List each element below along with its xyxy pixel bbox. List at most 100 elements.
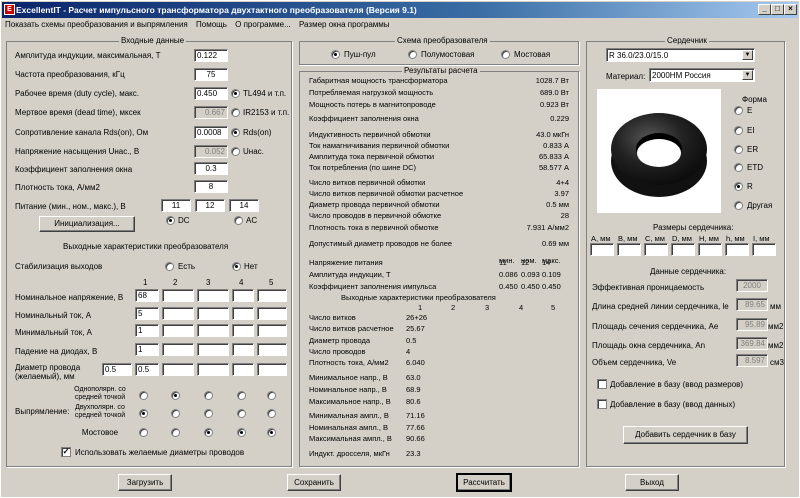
perm-input[interactable]: 2000 [736,279,768,292]
diode-drop-2[interactable] [162,343,194,356]
form-other-radio[interactable] [734,201,743,210]
nom-voltage-5[interactable] [257,289,287,302]
wire-2[interactable]: 0.5 [135,363,159,376]
rect-uni-4[interactable] [237,391,246,400]
core-select[interactable]: R 36.0/23.0/15.0 ▼ [606,48,755,62]
rect-uni-1[interactable] [139,391,148,400]
tl494-radio[interactable] [231,89,240,98]
scheme-halfbridge-radio[interactable] [408,50,417,59]
supply-nom-input[interactable]: 12 [195,199,225,212]
init-button[interactable]: Инициализация... [39,216,135,232]
rds-input[interactable]: 0.0008 [194,126,228,139]
form-r-radio[interactable] [734,182,743,191]
nom-voltage-4[interactable] [232,289,254,302]
maximize-button[interactable]: □ [771,4,784,15]
stab-yes-radio[interactable] [165,262,174,271]
form-ei-radio[interactable] [734,126,743,135]
chevron-down-icon[interactable]: ▼ [742,50,753,60]
min-current-4[interactable] [232,324,254,337]
nom-current-3[interactable] [197,307,229,320]
min-current-3[interactable] [197,324,229,337]
rect-bi-5[interactable] [267,409,276,418]
add-dims-checkbox[interactable] [597,379,607,389]
menu-about[interactable]: О программе... [235,20,291,29]
wire-4[interactable] [197,363,229,376]
form-etd-radio[interactable] [734,163,743,172]
wire-6[interactable] [257,363,287,376]
exit-button[interactable]: Выход [625,474,679,491]
dim-input[interactable] [644,243,668,256]
current-input[interactable]: 8 [194,180,228,193]
usat-radio[interactable] [231,147,240,156]
chevron-down-icon[interactable]: ▼ [742,70,753,80]
save-button[interactable]: Сохранить [287,474,341,491]
fill-input[interactable]: 0.3 [194,162,228,175]
form-er-radio[interactable] [734,145,743,154]
rds-radio[interactable] [231,128,240,137]
form-e-radio[interactable] [734,106,743,115]
ae-input[interactable]: 95.89 [736,318,768,331]
scheme-pushpull-radio[interactable] [331,50,340,59]
rect-bridge-1[interactable] [139,428,148,437]
diode-drop-4[interactable] [232,343,254,356]
dc-radio[interactable] [166,216,175,225]
dim-input[interactable] [752,243,776,256]
rect-bridge-4[interactable] [237,428,246,437]
ac-radio[interactable] [234,216,243,225]
menu-schemes[interactable]: Показать схемы преобразования и выпрямле… [5,20,188,29]
usat-input[interactable]: 0.052 [194,145,228,158]
add-core-button[interactable]: Добавить сердечник в базу [623,426,748,444]
use-wire-checkbox[interactable]: ✓ [61,447,71,457]
stab-no-radio[interactable] [232,262,241,271]
diode-drop-1[interactable]: 1 [135,343,159,356]
rect-bi-2[interactable] [171,409,180,418]
dim-input[interactable] [617,243,641,256]
scheme-bridge-radio[interactable] [501,50,510,59]
calculate-button[interactable]: Рассчитать [456,473,512,492]
rect-bridge-2[interactable] [171,428,180,437]
min-current-5[interactable] [257,324,287,337]
nom-voltage-2[interactable] [162,289,194,302]
freq-input[interactable]: 75 [194,68,228,81]
wire-3[interactable] [162,363,194,376]
load-button[interactable]: Загрузить [118,474,172,491]
nom-voltage-3[interactable] [197,289,229,302]
dim-input[interactable] [725,243,749,256]
rect-bi-4[interactable] [237,409,246,418]
material-select[interactable]: 2000НМ Россия ▼ [649,68,755,82]
add-data-checkbox[interactable] [597,399,607,409]
an-input[interactable]: 369.84 [736,337,768,350]
duty-input[interactable]: 0.450 [194,87,228,100]
nom-current-4[interactable] [232,307,254,320]
ir2153-radio[interactable] [231,108,240,117]
rect-bridge-5[interactable] [267,428,276,437]
diode-drop-3[interactable] [197,343,229,356]
dead-input[interactable]: 0.667 [194,106,228,119]
supply-max-input[interactable]: 14 [229,199,259,212]
nom-current-1[interactable]: 5 [135,307,159,320]
nom-current-2[interactable] [162,307,194,320]
rect-bridge-3[interactable] [204,428,213,437]
nom-voltage-1[interactable]: 68 [135,289,159,302]
le-input[interactable]: 89.65 [736,298,768,311]
close-button[interactable]: × [784,4,797,15]
induction-input[interactable]: 0.122 [194,49,228,62]
minimize-button[interactable]: _ [758,4,771,15]
dim-input[interactable] [698,243,722,256]
rect-bi-1[interactable] [139,409,148,418]
supply-min-input[interactable]: 11 [161,199,191,212]
rect-bi-3[interactable] [204,409,213,418]
rect-uni-3[interactable] [204,391,213,400]
menu-window-size[interactable]: Размер окна программы [299,20,390,29]
dim-input[interactable] [590,243,614,256]
rect-uni-5[interactable] [267,391,276,400]
nom-current-5[interactable] [257,307,287,320]
ve-input[interactable]: 8.597 [736,354,768,367]
dim-input[interactable] [671,243,695,256]
min-current-1[interactable]: 1 [135,324,159,337]
wire-5[interactable] [232,363,254,376]
rect-uni-2[interactable] [171,391,180,400]
wire-1[interactable]: 0.5 [102,363,132,376]
menu-help[interactable]: Помощь [196,20,227,29]
min-current-2[interactable] [162,324,194,337]
